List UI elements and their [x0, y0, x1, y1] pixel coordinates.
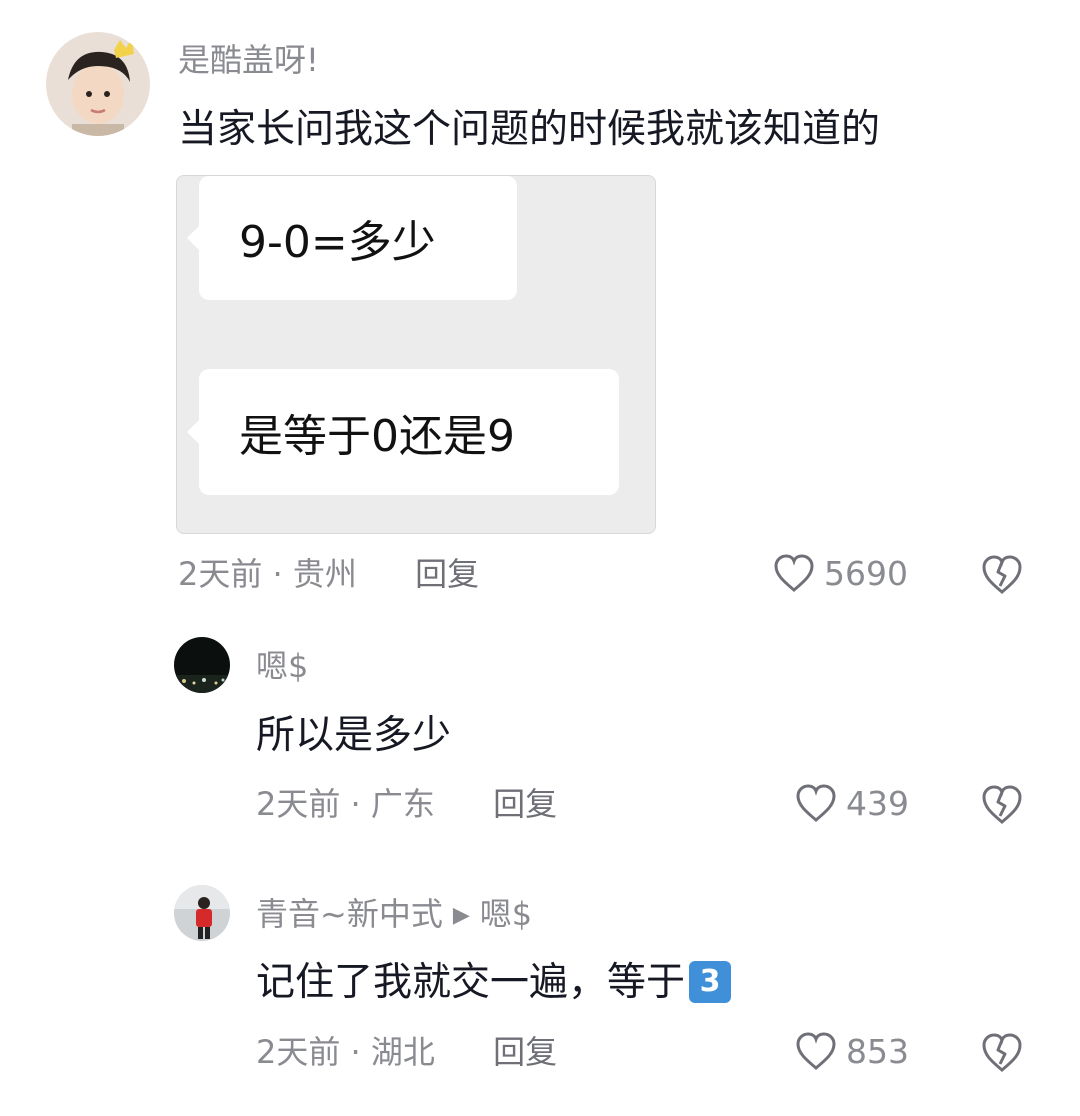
like-button[interactable]: 5690: [772, 552, 908, 594]
meta-separator: ·: [262, 555, 293, 593]
chat-bubble-text: 9-0=多少: [239, 217, 436, 268]
comment-time: 2天前: [178, 555, 263, 593]
like-button[interactable]: 853: [794, 1030, 909, 1072]
comment-image[interactable]: 9-0=多少 是等于0还是9: [176, 175, 656, 534]
keycap-3-emoji: 3: [689, 960, 732, 1003]
broken-heart-icon[interactable]: [978, 552, 1026, 596]
broken-heart-icon[interactable]: [978, 1030, 1026, 1074]
comment-location: 贵州: [292, 555, 357, 593]
reply-button[interactable]: 回复: [415, 555, 479, 593]
comment-location: 广东: [370, 785, 435, 823]
comment-username[interactable]: 青音~新中式: [256, 895, 443, 933]
avatar[interactable]: [46, 32, 150, 136]
meta-separator: ·: [340, 785, 371, 823]
avatar[interactable]: [174, 637, 230, 693]
comment-username[interactable]: 是酷盖呀!: [178, 44, 319, 76]
like-count: 439: [846, 783, 909, 823]
heart-icon: [774, 554, 814, 592]
comment-meta: 2天前 · 湖北 回复: [256, 1036, 557, 1068]
like-count: 853: [846, 1031, 909, 1071]
comment-text: 所以是多少: [256, 713, 452, 758]
like-count: 5690: [824, 553, 908, 593]
meta-separator: ·: [340, 1033, 371, 1071]
heart-icon: [796, 784, 836, 822]
comment-text-line: 记住了我就交一遍，等于 3: [256, 960, 732, 1005]
comment-meta: 2天前 · 广东 回复: [256, 788, 557, 820]
chat-bubble: 是等于0还是9: [187, 369, 619, 495]
comment-time: 2天前: [256, 785, 341, 823]
chat-bubble-text: 是等于0还是9: [239, 411, 515, 462]
avatar[interactable]: [174, 885, 230, 941]
reply-arrow-icon: ▶: [452, 903, 470, 928]
heart-icon: [796, 1032, 836, 1070]
comment-meta: 2天前 · 贵州 回复: [178, 558, 479, 590]
chat-bubble: 9-0=多少: [187, 176, 517, 300]
reply-button[interactable]: 回复: [493, 785, 557, 823]
comment-time: 2天前: [256, 1033, 341, 1071]
comment-username-line: 青音~新中式 ▶ 嗯$: [256, 898, 532, 930]
comment-text: 当家长问我这个问题的时候我就该知道的: [178, 107, 881, 152]
comment-location: 湖北: [370, 1033, 435, 1071]
reply-button[interactable]: 回复: [493, 1033, 557, 1071]
comment-username[interactable]: 嗯$: [256, 650, 308, 682]
comment-text: 记住了我就交一遍，等于: [256, 960, 686, 1005]
broken-heart-icon[interactable]: [978, 782, 1026, 826]
reply-to-username[interactable]: 嗯$: [480, 895, 532, 933]
like-button[interactable]: 439: [794, 782, 909, 824]
